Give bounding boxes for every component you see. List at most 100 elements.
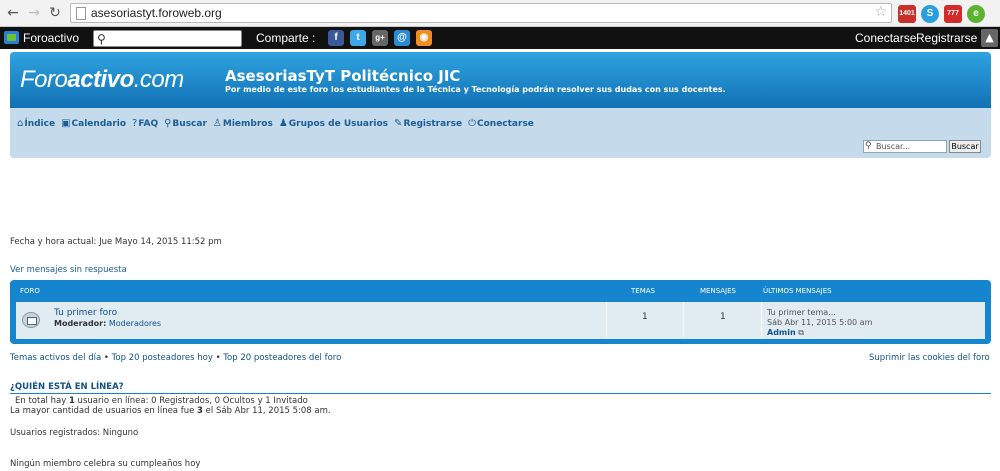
column-header-posts: MENSAJES: [700, 287, 736, 295]
menu-item-calendar[interactable]: ▣ Calendario: [61, 118, 126, 129]
search-icon: ⚲: [97, 32, 106, 46]
site-title: AsesoriasTyT Politécnico JIC: [225, 67, 461, 85]
registered-users-text: Usuarios registrados: Ninguno: [10, 428, 139, 438]
text-part: usuario en línea: 0 Registrados, 0 Ocult…: [74, 396, 308, 406]
forum-search-input[interactable]: ⚲ Buscar...: [863, 140, 947, 153]
menu-item-label: FAQ: [138, 118, 159, 129]
text-part: La mayor cantidad de usuarios en línea f…: [10, 406, 198, 416]
online-users-text: En total hay 1 usuario en línea: 0 Regis…: [15, 396, 308, 406]
email-icon[interactable]: @: [394, 30, 410, 46]
help-icon: ?: [132, 118, 138, 129]
page-icon: [76, 7, 86, 20]
browser-toolbar: ← → ↻ asesoriastyt.foroweb.org ☆ 1401 S …: [0, 0, 1000, 27]
menu-item-groups[interactable]: ♟ Grupos de Usuarios: [279, 118, 388, 129]
unanswered-posts-link[interactable]: Ver mensajes sin respuesta: [10, 265, 127, 275]
column-header-last: ÚLTIMOS MENSAJES: [763, 287, 832, 295]
posts-count: 1: [720, 312, 726, 322]
last-post-date: Sáb Abr 11, 2015 5:00 am: [767, 318, 873, 327]
search-icon: ⚲: [164, 118, 172, 129]
menu-item-label: Grupos de Usuarios: [288, 118, 389, 129]
forum-read-icon: [22, 312, 40, 328]
foroactivo-logo-icon[interactable]: [4, 31, 19, 44]
search-placeholder: Buscar...: [876, 142, 911, 151]
bottom-links: Temas activos del día • Top 20 posteador…: [10, 353, 341, 363]
cell-divider: [606, 302, 607, 339]
url-text: asesoriastyt.foroweb.org: [91, 6, 222, 20]
skype-extension-icon[interactable]: S: [921, 5, 939, 23]
forum-logo[interactable]: Foroactivo.com: [20, 66, 184, 94]
menu-item-faq[interactable]: ? FAQ: [132, 118, 158, 129]
logo-text-part: activo: [67, 66, 134, 93]
delete-cookies-link[interactable]: Suprimir las cookies del foro: [869, 353, 990, 363]
toolbar-brand[interactable]: Foroactivo: [23, 31, 79, 45]
who-is-online-title[interactable]: ¿QUIÉN ESTÁ EN LÍNEA?: [10, 382, 991, 394]
active-topics-link[interactable]: Temas activos del día: [10, 353, 101, 363]
reload-icon[interactable]: ↻: [46, 4, 64, 22]
toolbar-search-input[interactable]: ⚲: [93, 30, 242, 47]
gmail-extension-icon[interactable]: 1401: [898, 5, 916, 23]
groups-icon: ♟: [278, 118, 288, 129]
last-post-author-link[interactable]: Admin: [767, 328, 796, 337]
column-header-forum: FORO: [20, 287, 40, 295]
logo-text-part: Foro: [20, 66, 68, 93]
foroactivo-toolbar: Foroactivo ⚲ Comparte : f t g+ @ ◉ Conec…: [0, 27, 1000, 49]
address-bar[interactable]: asesoriastyt.foroweb.org ☆: [70, 3, 892, 23]
register-icon: ✎: [394, 118, 403, 129]
separator: •: [215, 353, 221, 363]
forum-search-button[interactable]: Buscar: [949, 140, 981, 153]
moderator-label: Moderador:: [54, 319, 107, 328]
calendar-icon: ▣: [61, 118, 71, 129]
current-date: Fecha y hora actual: Jue Mayo 14, 2015 1…: [10, 237, 222, 247]
menu-item-login[interactable]: ⏻ Conectarse: [468, 118, 534, 129]
birthdays-text: Ningún miembro celebra su cumpleaños hoy: [10, 459, 201, 469]
forward-icon[interactable]: →: [25, 4, 43, 22]
goto-post-icon[interactable]: ⧉: [798, 328, 804, 337]
evernote-extension-icon[interactable]: e: [967, 5, 985, 23]
forum-navbar: ⌂ Índice ▣ Calendario ? FAQ ⚲ Buscar ♙ Miembr…: [10, 108, 991, 158]
main-menu: ⌂ Índice ▣ Calendario ? FAQ ⚲ Buscar ♙ Miembr…: [17, 118, 534, 129]
top20-forum-link[interactable]: Top 20 posteadores del foro: [223, 353, 341, 363]
last-post: Tu primer tema... Sáb Abr 11, 2015 5:00 …: [767, 308, 872, 338]
site-description: Por medio de este foro los estudiantes d…: [225, 85, 726, 94]
twitter-icon[interactable]: t: [350, 30, 366, 46]
logo-text-part: .com: [133, 66, 185, 93]
separator: •: [103, 353, 109, 363]
max-users-text: La mayor cantidad de usuarios en línea f…: [10, 406, 331, 416]
text-part: En total hay: [15, 396, 69, 406]
search-icon: ⚲: [865, 141, 872, 151]
google-plus-icon[interactable]: g+: [372, 30, 388, 46]
column-header-topics: TEMAS: [631, 287, 655, 295]
tv-extension-icon[interactable]: 777: [944, 5, 962, 23]
menu-item-label: Miembros: [222, 118, 273, 129]
facebook-icon[interactable]: f: [328, 30, 344, 46]
menu-item-label: Registrarse: [403, 118, 463, 129]
cell-divider: [683, 302, 684, 339]
menu-item-label: Buscar: [172, 118, 207, 129]
share-label: Comparte :: [256, 31, 316, 45]
cell-divider: [761, 302, 762, 339]
toolbar-register-link[interactable]: Registrarse: [916, 31, 977, 45]
menu-item-label: Índice: [24, 118, 56, 129]
topics-count: 1: [642, 312, 648, 322]
moderator-link[interactable]: Moderadores: [109, 319, 161, 328]
menu-item-search[interactable]: ⚲ Buscar: [164, 118, 207, 129]
forum-name-link[interactable]: Tu primer foro: [54, 308, 117, 318]
bookmark-star-icon[interactable]: ☆: [874, 4, 887, 20]
last-post-title-link[interactable]: Tu primer tema...: [767, 308, 872, 318]
scroll-up-icon[interactable]: ▲: [981, 29, 998, 47]
back-icon[interactable]: ←: [4, 4, 22, 22]
toolbar-connect-link[interactable]: Conectarse: [855, 31, 916, 45]
menu-item-index[interactable]: ⌂ Índice: [17, 118, 55, 129]
forum-table: FORO TEMAS MENSAJES ÚLTIMOS MENSAJES Tu …: [10, 280, 991, 344]
text-part: el Sáb Abr 11, 2015 5:08 am.: [202, 406, 331, 416]
menu-item-register[interactable]: ✎ Registrarse: [394, 118, 462, 129]
members-icon: ♙: [212, 118, 222, 129]
menu-item-label: Conectarse: [477, 118, 534, 129]
forum-moderator: Moderador: Moderadores: [54, 319, 161, 328]
login-icon: ⏻: [468, 118, 476, 129]
forum-header: Foroactivo.com AsesoriasTyT Politécnico …: [10, 52, 991, 108]
menu-item-members[interactable]: ♙ Miembros: [213, 118, 273, 129]
home-icon: ⌂: [17, 118, 24, 129]
top20-today-link[interactable]: Top 20 posteadores hoy: [112, 353, 213, 363]
rss-icon[interactable]: ◉: [416, 30, 432, 46]
